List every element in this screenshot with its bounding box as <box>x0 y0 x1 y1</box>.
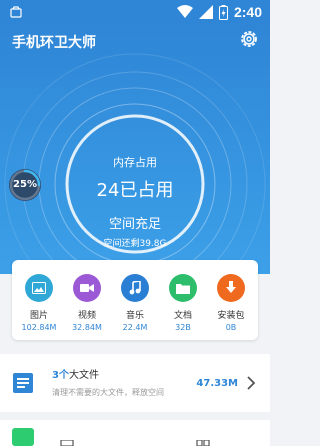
notification-icon <box>10 6 22 18</box>
category-size: 22.4M <box>122 323 148 332</box>
status-bar: 2:40 <box>0 0 270 24</box>
battery-icon <box>218 4 228 20</box>
category-label: 图片 <box>29 311 48 321</box>
large-files-size: 47.33M <box>196 378 238 389</box>
large-files-row[interactable]: 3个大文件 清理不需要的大文件，释放空间 47.33M <box>0 354 270 412</box>
category-label: 音乐 <box>125 311 144 321</box>
image-icon <box>25 274 53 302</box>
category-videos[interactable]: 视频 32.84M <box>64 274 110 332</box>
category-music[interactable]: 音乐 22.4M <box>112 274 158 332</box>
file-list-icon <box>13 373 33 393</box>
video-icon <box>73 274 101 302</box>
memory-free: 空间还剩39.8G <box>103 239 167 249</box>
category-apk[interactable]: 安装包 0B <box>208 274 254 332</box>
large-files-label: 大文件 <box>68 370 99 381</box>
memory-panel: 手机环卫大师 25% 内存占用 24已占用 空间充足 空间还剩39.8G <box>0 24 270 274</box>
category-images[interactable]: 图片 102.84M <box>16 274 62 332</box>
category-documents[interactable]: 文档 32B <box>160 274 206 332</box>
signal-icon <box>198 5 213 19</box>
category-label: 安装包 <box>217 311 245 321</box>
memory-value: 24已占用 <box>96 180 174 201</box>
large-files-count: 3个 <box>52 370 69 381</box>
large-files-title: 3个大文件 <box>52 366 99 381</box>
wifi-icon <box>176 5 193 18</box>
memory-title: 内存占用 <box>113 156 157 169</box>
category-size: 0B <box>225 323 237 332</box>
file-category-card: 图片 102.84M 视频 32.84M 音乐 22.4M 文档 32B 安装包… <box>12 260 258 340</box>
category-size: 32.84M <box>72 323 102 332</box>
clock: 2:40 <box>233 4 262 20</box>
tab-tools-icon[interactable] <box>196 440 210 446</box>
music-icon <box>121 274 149 302</box>
category-size: 32B <box>175 323 191 332</box>
settings-gear-icon[interactable] <box>238 28 260 50</box>
large-files-subtitle: 清理不需要的大文件，释放空间 <box>52 388 164 397</box>
folder-icon <box>169 274 197 302</box>
memory-status: 空间充足 <box>108 217 161 232</box>
category-size: 102.84M <box>21 323 57 332</box>
tab-home-icon[interactable] <box>60 440 74 446</box>
chevron-right-icon <box>247 376 256 390</box>
category-label: 文档 <box>173 311 192 321</box>
download-icon <box>217 274 245 302</box>
app-manager-icon <box>12 428 34 446</box>
next-row[interactable] <box>0 420 270 446</box>
app-title: 手机环卫大师 <box>12 35 96 51</box>
category-label: 视频 <box>77 311 96 321</box>
